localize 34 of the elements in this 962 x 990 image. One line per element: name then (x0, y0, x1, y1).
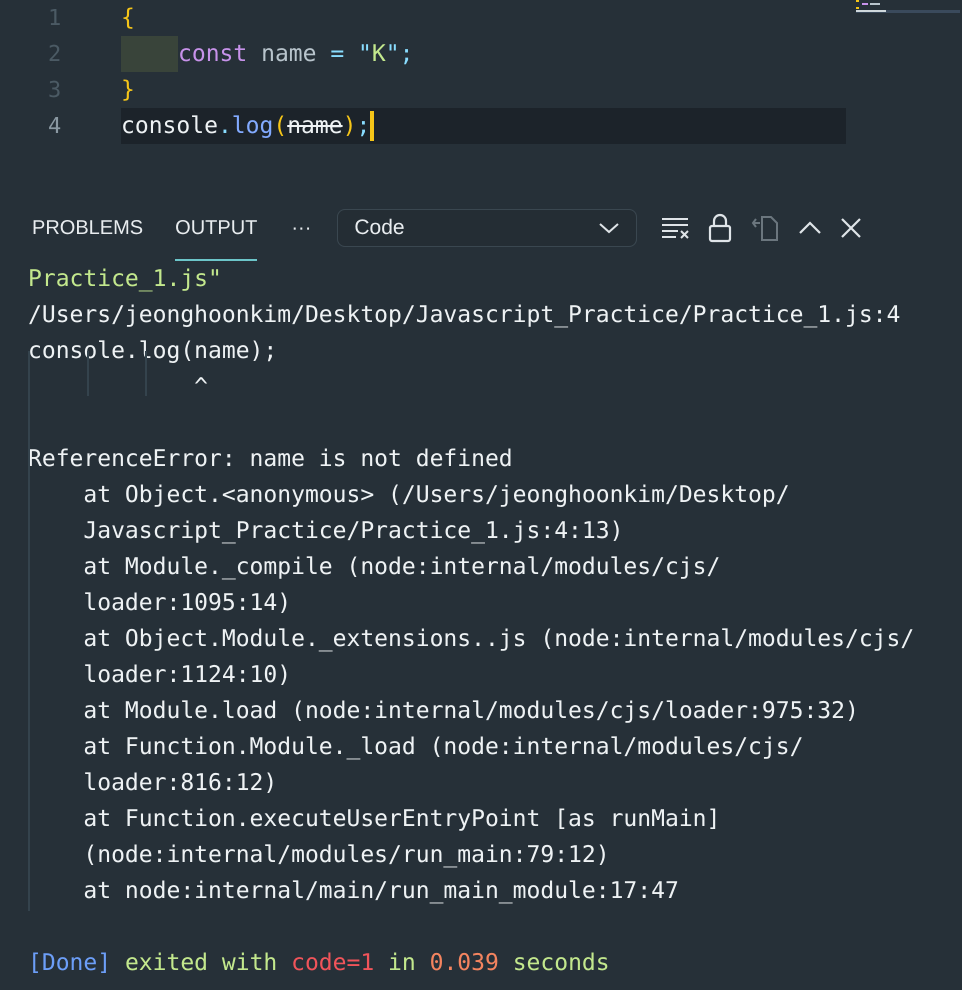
text-cursor (370, 111, 374, 141)
output-line: at Function.Module._load (node:internal/modules/cjs/ (82, 734, 804, 760)
line-number: 4 (47, 114, 62, 138)
output-line: loader:816:12) (82, 770, 278, 796)
panel-tab[interactable]: OUTPUT (175, 195, 258, 261)
output-line: at Object.Module._extensions..js (node:internal/modules/cjs/ (82, 626, 914, 652)
output-line: console.log(name); (28, 338, 278, 364)
chevron-up-icon[interactable] (798, 220, 822, 236)
close-icon[interactable] (840, 217, 862, 239)
channel-dropdown[interactable]: Code (337, 209, 638, 247)
more-button[interactable]: ··· (291, 216, 312, 240)
output-line: (node:internal/modules/run_main:79:12) (82, 842, 610, 868)
output-line: at Function.executeUserEntryPoint [as runMain] (82, 806, 720, 832)
code-line: const name = "K"; (178, 41, 414, 67)
code-line: console.log(name); (121, 113, 370, 139)
lock-icon[interactable] (708, 213, 732, 243)
output-line: /Users/jeonghoonkim/Desktop/Javascript_Practice/Practice_1.js:4 (28, 302, 900, 328)
chevron-down-icon (598, 221, 620, 235)
clear-output-icon[interactable] (660, 215, 690, 241)
output-line: [Done] exited with code=1 in 0.039 seconds (28, 950, 610, 976)
output-line: loader:1095:14) (82, 590, 292, 616)
output-line: loader:1124:10) (82, 662, 292, 688)
output-line: ReferenceError: name is not defined (28, 446, 513, 472)
output-line: Javascript_Practice/Practice_1.js:4:13) (82, 518, 624, 544)
panel-tab[interactable]: PROBLEMS (32, 195, 144, 261)
output-line: at node:internal/main/run_main_module:17:47 (82, 878, 679, 904)
output-line: Practice_1.js" (28, 266, 222, 292)
output-line: at Object.<anonymous> (/Users/jeonghoonkim/Desktop/ (82, 482, 790, 508)
output-line: at Module._compile (node:internal/modules/cjs/ (82, 554, 720, 580)
code-line: { (121, 5, 135, 31)
output-line: at Module.load (node:internal/modules/cjs/loader:975:32) (82, 698, 859, 724)
copy-icon[interactable] (750, 213, 780, 243)
code-line: } (121, 77, 135, 103)
output-line: ^ (193, 374, 208, 400)
